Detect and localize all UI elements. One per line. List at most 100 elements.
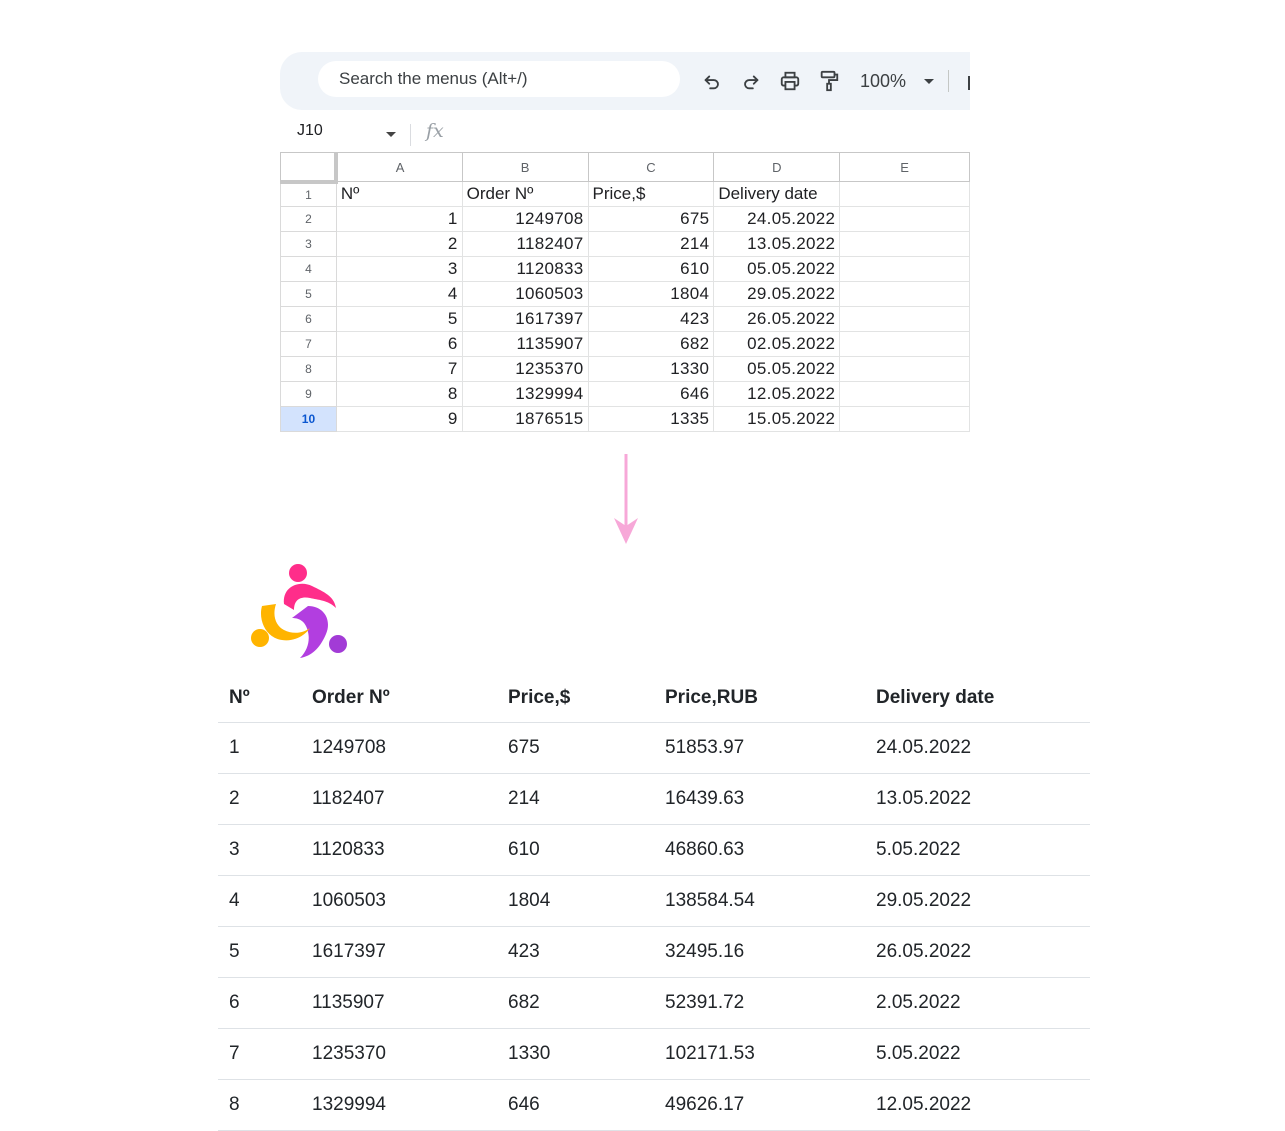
sheet-cell-a[interactable]: 6 <box>335 331 463 357</box>
sheet-cell-b[interactable]: 1182407 <box>461 231 589 257</box>
sheet-cell-d[interactable]: 05.05.2022 <box>713 356 841 382</box>
row-header[interactable]: 5 <box>280 281 337 307</box>
row-header[interactable]: 8 <box>280 356 337 382</box>
result-row: 6 1135907 682 52391.72 2.05.2022 <box>218 977 1090 1029</box>
row-header[interactable]: 4 <box>280 256 337 282</box>
sheet-cell-b[interactable]: 1120833 <box>461 256 589 282</box>
sheet-cell-e[interactable] <box>839 331 970 357</box>
cell-number: 6 <box>218 977 301 1029</box>
row-header[interactable]: 1 <box>280 181 337 207</box>
sheet-cell-e[interactable] <box>839 181 970 207</box>
undo-button[interactable] <box>700 68 724 94</box>
cell-delivery-date: 12.05.2022 <box>865 1079 1090 1131</box>
sheet-row: 6 5 1617397 423 26.05.2022 <box>280 306 970 332</box>
cell-number: 7 <box>218 1028 301 1080</box>
row-header[interactable]: 10 <box>280 406 337 432</box>
sheet-cell-a[interactable]: 5 <box>335 306 463 332</box>
cell-order-number: 1120833 <box>301 824 497 876</box>
sheet-cell-a[interactable]: 2 <box>335 231 463 257</box>
sheet-cell-d[interactable]: 29.05.2022 <box>713 281 841 307</box>
row-header[interactable]: 2 <box>280 206 337 232</box>
formula-bar: J10 fx <box>280 120 970 148</box>
sheet-cell-c[interactable]: 682 <box>587 331 715 357</box>
redo-button[interactable] <box>739 68 763 94</box>
sheet-cell-d[interactable]: 15.05.2022 <box>713 406 841 432</box>
cell-price-usd: 423 <box>497 926 654 978</box>
cell-number: 3 <box>218 824 301 876</box>
sheet-cell-b[interactable]: 1060503 <box>461 281 589 307</box>
sheet-cell-e[interactable] <box>839 206 970 232</box>
sheet-cell-b[interactable]: 1135907 <box>461 331 589 357</box>
sheet-cell-a[interactable]: 4 <box>335 281 463 307</box>
sheet-cell-b[interactable]: 1249708 <box>461 206 589 232</box>
sheet-cell-a[interactable]: 3 <box>335 256 463 282</box>
sheet-cell-a[interactable]: 1 <box>335 206 463 232</box>
search-menus-input[interactable]: Search the menus (Alt+/) <box>318 61 680 97</box>
select-all-corner[interactable] <box>280 152 339 184</box>
sheet-cell-c[interactable]: 675 <box>587 206 715 232</box>
row-header[interactable]: 9 <box>280 381 337 407</box>
toolbar-divider <box>948 70 949 92</box>
column-header-row: ABCDE <box>280 152 970 184</box>
sheet-cell-a[interactable]: 8 <box>335 381 463 407</box>
cell-price-usd: 682 <box>497 977 654 1029</box>
sheet-cell-c[interactable]: 646 <box>587 381 715 407</box>
sheet-cell-e[interactable] <box>839 281 970 307</box>
row-header[interactable]: 7 <box>280 331 337 357</box>
result-row: 2 1182407 214 16439.63 13.05.2022 <box>218 773 1090 825</box>
name-box[interactable]: J10 <box>297 122 323 140</box>
sheet-cell-d[interactable]: 24.05.2022 <box>713 206 841 232</box>
undo-icon <box>704 75 719 90</box>
header-price-rub: Price,RUB <box>654 674 865 723</box>
sheet-cell-a[interactable]: 9 <box>335 406 463 432</box>
column-header[interactable]: E <box>839 152 970 182</box>
cell-number: 8 <box>218 1079 301 1131</box>
cell-number: 2 <box>218 773 301 825</box>
sheet-cell-a[interactable]: Nº <box>335 181 463 207</box>
sheet-cell-d[interactable]: Delivery date <box>713 181 841 207</box>
column-header[interactable]: D <box>713 152 841 182</box>
sheet-cell-e[interactable] <box>839 356 970 382</box>
row-header[interactable]: 6 <box>280 306 337 332</box>
sheet-cell-d[interactable]: 02.05.2022 <box>713 331 841 357</box>
sheet-cell-c[interactable]: 1330 <box>587 356 715 382</box>
fx-icon: fx <box>426 120 444 142</box>
sheet-cell-c[interactable]: 1335 <box>587 406 715 432</box>
sheet-cell-c[interactable]: 610 <box>587 256 715 282</box>
sheet-cell-e[interactable] <box>839 256 970 282</box>
sheet-cell-b[interactable]: 1876515 <box>461 406 589 432</box>
sheet-cell-a[interactable]: 7 <box>335 356 463 382</box>
cell-price-rub: 46860.63 <box>654 824 865 876</box>
column-header[interactable]: A <box>335 152 463 182</box>
cell-price-rub: 32495.16 <box>654 926 865 978</box>
sheet-cell-b[interactable]: 1235370 <box>461 356 589 382</box>
sheet-cell-c[interactable]: Price,$ <box>587 181 715 207</box>
sheet-cell-e[interactable] <box>839 306 970 332</box>
sheet-cell-c[interactable]: 423 <box>587 306 715 332</box>
spreadsheet-snapshot: Search the menus (Alt+/) 100% J10 fx ABC… <box>280 52 970 448</box>
header-delivery-date: Delivery date <box>865 674 1090 723</box>
paint-format-button[interactable] <box>817 68 841 94</box>
row-header[interactable]: 3 <box>280 231 337 257</box>
result-row: 4 1060503 1804 138584.54 29.05.2022 <box>218 875 1090 927</box>
sheet-cell-b[interactable]: 1329994 <box>461 381 589 407</box>
sheet-cell-e[interactable] <box>839 406 970 432</box>
chevron-down-icon[interactable] <box>386 132 396 137</box>
sheet-cell-b[interactable]: 1617397 <box>461 306 589 332</box>
cell-order-number: 1329994 <box>301 1079 497 1131</box>
zoom-select[interactable]: 100% <box>860 68 935 94</box>
sheet-cell-d[interactable]: 12.05.2022 <box>713 381 841 407</box>
print-button[interactable] <box>778 68 802 94</box>
column-header[interactable]: B <box>461 152 589 182</box>
result-row: 5 1617397 423 32495.16 26.05.2022 <box>218 926 1090 978</box>
sheet-cell-e[interactable] <box>839 381 970 407</box>
sheet-cell-c[interactable]: 214 <box>587 231 715 257</box>
sheet-cell-b[interactable]: Order Nº <box>461 181 589 207</box>
sheet-cell-d[interactable]: 26.05.2022 <box>713 306 841 332</box>
sheet-cell-c[interactable]: 1804 <box>587 281 715 307</box>
sheet-cell-e[interactable] <box>839 231 970 257</box>
paint-format-icon <box>820 70 839 92</box>
sheet-cell-d[interactable]: 13.05.2022 <box>713 231 841 257</box>
sheet-cell-d[interactable]: 05.05.2022 <box>713 256 841 282</box>
column-header[interactable]: C <box>587 152 715 182</box>
